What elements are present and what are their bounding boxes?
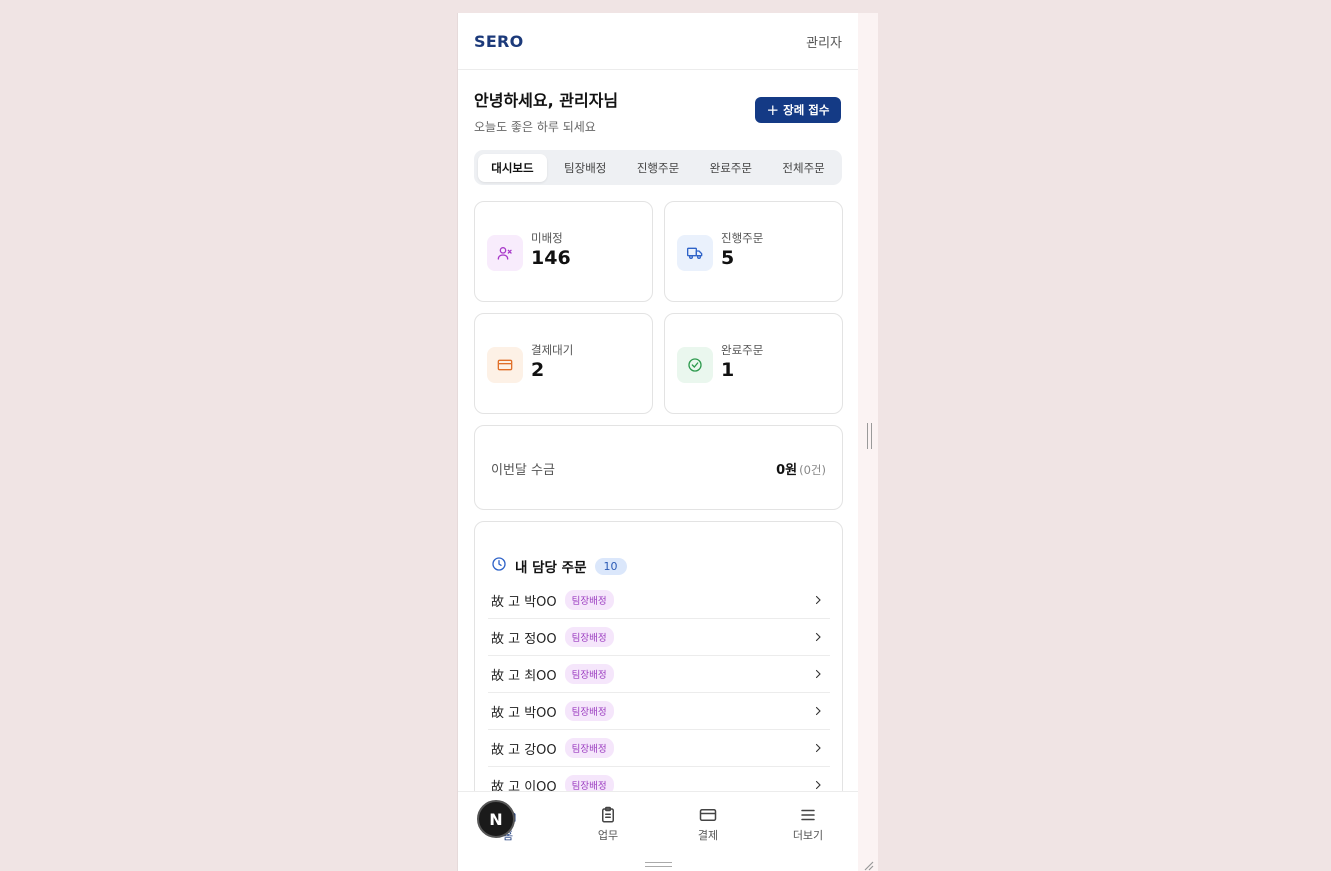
register-funeral-label: 장례 접수	[783, 103, 830, 117]
my-orders-count: 10	[594, 557, 627, 575]
chevron-right-icon	[815, 743, 821, 753]
menu-icon	[801, 809, 815, 820]
tab-leader-assign[interactable]: 팀장배정	[551, 154, 620, 182]
drag-handle[interactable]	[645, 862, 672, 867]
resize-grip-icon[interactable]	[862, 859, 874, 871]
greeting: 안녕하세요, 관리자님 오늘도 좋은 하루 되세요	[474, 87, 618, 135]
nav-payment[interactable]: 결제	[658, 792, 758, 856]
chevron-right-icon	[815, 632, 821, 642]
greeting-title: 안녕하세요, 관리자님	[474, 91, 619, 110]
monthly-revenue-card: 이번달 수금 0원 (0건)	[474, 425, 843, 510]
register-funeral-button[interactable]: + 장례 접수	[755, 97, 841, 123]
greeting-subtitle: 오늘도 좋은 하루 되세요	[474, 120, 596, 134]
revenue-count: (0건)	[799, 463, 826, 477]
resize-handle[interactable]	[867, 423, 872, 449]
plus-icon: +	[766, 100, 780, 119]
nav-payment-label: 결제	[697, 828, 719, 842]
stat-value: 146	[531, 247, 571, 269]
order-name: 故 고 정OO	[491, 631, 557, 647]
nav-more-label: 더보기	[792, 828, 824, 842]
credit-card-icon	[487, 347, 523, 383]
order-list: 故 고 박OO 팀장배정 故 고 정OO 팀장배정 故 고 최OO 팀장배정 故…	[488, 582, 830, 804]
revenue-amount: 0원 (0건)	[776, 459, 826, 478]
order-row[interactable]: 故 고 정OO 팀장배정	[488, 619, 830, 656]
order-row[interactable]: 故 고 강OO 팀장배정	[488, 730, 830, 767]
admin-link[interactable]: 관리자	[806, 32, 842, 51]
my-orders-title: 내 담당 주문	[515, 560, 587, 576]
clipboard-icon	[602, 806, 614, 822]
chevron-right-icon	[815, 595, 821, 605]
device-frame: SERO 관리자 안녕하세요, 관리자님 오늘도 좋은 하루 되세요 + 장례 …	[457, 13, 878, 871]
stat-card-payment-pending[interactable]: 결제대기 2	[474, 313, 653, 414]
app-header: SERO 관리자	[458, 13, 858, 70]
order-name: 故 고 최OO	[491, 668, 557, 684]
tab-dashboard[interactable]: 대시보드	[478, 153, 547, 182]
revenue-label: 이번달 수금	[491, 463, 555, 478]
tab-bar: 대시보드 팀장배정 진행주문 완료주문 전체주문	[474, 150, 842, 185]
app-logo[interactable]: SERO	[474, 32, 524, 51]
nav-more[interactable]: 더보기	[758, 792, 858, 856]
chevron-right-icon	[815, 780, 821, 790]
tab-in-progress[interactable]: 진행주문	[624, 154, 693, 182]
credit-card-icon	[699, 808, 717, 821]
status-badge: 팀장배정	[564, 590, 614, 610]
order-name: 故 고 박OO	[491, 594, 557, 610]
check-circle-icon	[677, 347, 713, 383]
stat-label: 결제대기	[531, 343, 574, 357]
order-name: 故 고 강OO	[491, 742, 557, 758]
nav-tasks-label: 업무	[597, 828, 619, 842]
stat-card-in-progress[interactable]: 진행주문 5	[664, 201, 843, 302]
clock-icon	[491, 556, 507, 576]
order-name: 故 고 박OO	[491, 705, 557, 721]
status-badge: 팀장배정	[564, 738, 614, 758]
my-orders-header: 내 담당 주문 10	[491, 556, 627, 576]
stat-value: 5	[721, 247, 735, 269]
floating-n-badge[interactable]: N	[477, 800, 515, 838]
stat-label: 완료주문	[721, 343, 764, 357]
stat-value: 2	[531, 359, 545, 381]
stat-card-unassigned[interactable]: 미배정 146	[474, 201, 653, 302]
chevron-right-icon	[815, 669, 821, 679]
tab-all-orders[interactable]: 전체주문	[769, 154, 838, 182]
status-badge: 팀장배정	[564, 627, 614, 647]
user-x-icon	[487, 235, 523, 271]
revenue-value: 0원	[776, 463, 798, 478]
status-badge: 팀장배정	[564, 664, 614, 684]
status-badge: 팀장배정	[564, 701, 614, 721]
order-row[interactable]: 故 고 박OO 팀장배정	[488, 693, 830, 730]
stat-label: 진행주문	[721, 231, 764, 245]
stat-value: 1	[721, 359, 735, 381]
app-screen: SERO 관리자 안녕하세요, 관리자님 오늘도 좋은 하루 되세요 + 장례 …	[458, 13, 858, 856]
stat-label: 미배정	[531, 231, 563, 245]
tab-completed[interactable]: 완료주문	[696, 154, 765, 182]
order-row[interactable]: 故 고 최OO 팀장배정	[488, 656, 830, 693]
stat-card-completed[interactable]: 완료주문 1	[664, 313, 843, 414]
chevron-right-icon	[815, 706, 821, 716]
truck-icon	[677, 235, 713, 271]
bottom-navigation: 홈 업무 결제 더보기	[458, 791, 858, 856]
nav-tasks[interactable]: 업무	[558, 792, 658, 856]
order-row[interactable]: 故 고 박OO 팀장배정	[488, 582, 830, 619]
